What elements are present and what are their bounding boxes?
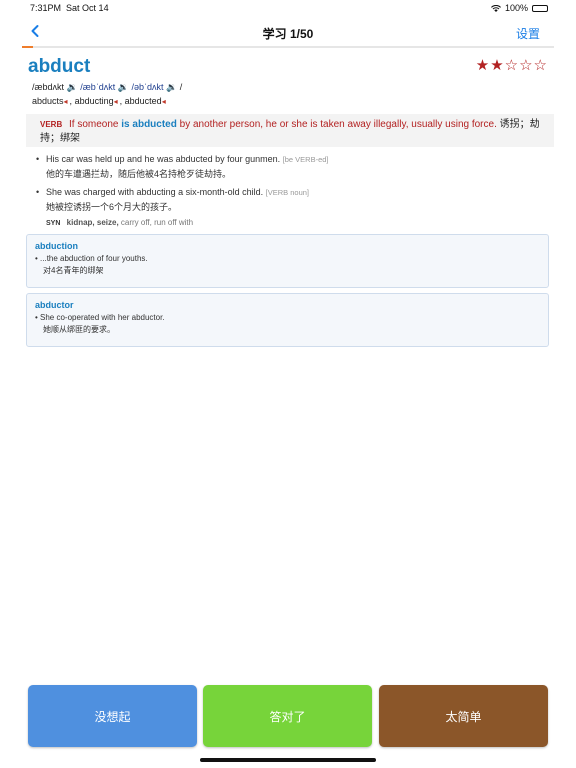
part-of-speech: VERB	[40, 120, 63, 129]
syn-bold: kidnap, seize,	[66, 218, 119, 227]
example-item: • His car was held up and he was abducte…	[36, 152, 558, 181]
form-2: abducting	[74, 96, 114, 106]
pron-1: /æbdʌkt	[32, 82, 65, 92]
nav-bar: 学习 1/50 设置	[0, 16, 576, 46]
progress-bar	[22, 46, 554, 48]
syn-rest: carry off, run off with	[120, 218, 194, 227]
example-en: His car was held up and he was abducted …	[46, 154, 281, 164]
forgot-button[interactable]: 没想起	[28, 685, 197, 747]
status-date: Sat Oct 14	[66, 3, 109, 13]
correct-button[interactable]: 答对了	[203, 685, 372, 747]
stars-empty: ☆☆☆	[504, 57, 548, 74]
battery-icon	[532, 4, 548, 12]
related-example-en: • She co-operated with her abductor.	[35, 313, 165, 322]
related-title: abductor	[35, 300, 74, 310]
settings-button[interactable]: 设置	[516, 25, 540, 42]
status-time: 7:31PM	[30, 3, 62, 13]
related-title: abduction	[35, 241, 78, 251]
form-1: abducts	[32, 96, 64, 106]
bullet: •	[36, 187, 40, 197]
definition-text-after: by another person, he or she is taken aw…	[179, 119, 497, 130]
example-en: She was charged with abducting a six-mon…	[46, 187, 264, 197]
form-3: abducted	[124, 96, 162, 106]
battery-percent: 100%	[504, 3, 528, 13]
status-bar: 7:31PM Sat Oct 14 100%	[0, 0, 576, 16]
star-rating[interactable]: ★★☆☆☆	[476, 56, 548, 74]
speaker-icon[interactable]: ◂	[114, 97, 118, 106]
page-title: 学习 1/50	[262, 27, 314, 41]
home-indicator[interactable]	[200, 758, 376, 762]
example-item: • She was charged with abducting a six-m…	[36, 185, 558, 214]
word-forms: abducts◂, abducting◂, abducted◂	[32, 96, 166, 106]
related-card-abductor: abductor • She co-operated with her abdu…	[26, 293, 549, 347]
related-card-abduction: abduction • ...the abduction of four you…	[26, 234, 549, 288]
syn-label: SYN	[46, 220, 61, 227]
status-time-date: 7:31PM Sat Oct 14	[30, 3, 109, 13]
definition-keyword: is abducted	[121, 119, 177, 130]
definition-text-before: If someone	[69, 119, 119, 130]
pron-end: /	[179, 82, 183, 92]
example-grammar: [VERB noun]	[265, 188, 309, 197]
related-example-zh: 对4名青年的绑架	[43, 266, 104, 275]
bullet: •	[36, 154, 40, 164]
related-example-zh: 她顺从绑匪的要求。	[43, 325, 115, 334]
speaker-icon[interactable]: 🔉	[166, 82, 177, 92]
example-grammar: [be VERB-ed]	[282, 155, 329, 164]
speaker-icon[interactable]: 🔉	[118, 82, 129, 92]
examples: • His car was held up and he was abducte…	[36, 152, 558, 227]
speaker-icon[interactable]: ◂	[64, 97, 68, 106]
speaker-icon[interactable]: ◂	[162, 97, 166, 106]
pron-3: /əbˈdʌkt	[131, 82, 164, 92]
wifi-icon	[490, 4, 501, 12]
speaker-icon[interactable]: 🔉	[67, 82, 78, 92]
progress-fill	[22, 46, 33, 48]
example-zh: 他的车遭遇拦劫，随后他被4名持枪歹徒劫持。	[46, 169, 232, 179]
status-right: 100%	[490, 3, 548, 13]
pron-2: /æbˈdʌkt	[80, 82, 116, 92]
stars-filled: ★★	[475, 57, 505, 74]
definition-box: VERB If someone is abducted by another p…	[26, 114, 554, 147]
example-zh: 她被控诱拐一个6个月大的孩子。	[46, 202, 178, 212]
synonyms: SYN kidnap, seize, carry off, run off wi…	[38, 218, 558, 227]
headword: abduct	[28, 56, 91, 77]
too-easy-button[interactable]: 太简单	[379, 685, 548, 747]
pronunciations: /æbdʌkt 🔉 /æbˈdʌkt 🔉 /əbˈdʌkt 🔉 /	[32, 82, 182, 93]
related-example-en: • ...the abduction of four youths.	[35, 254, 148, 263]
